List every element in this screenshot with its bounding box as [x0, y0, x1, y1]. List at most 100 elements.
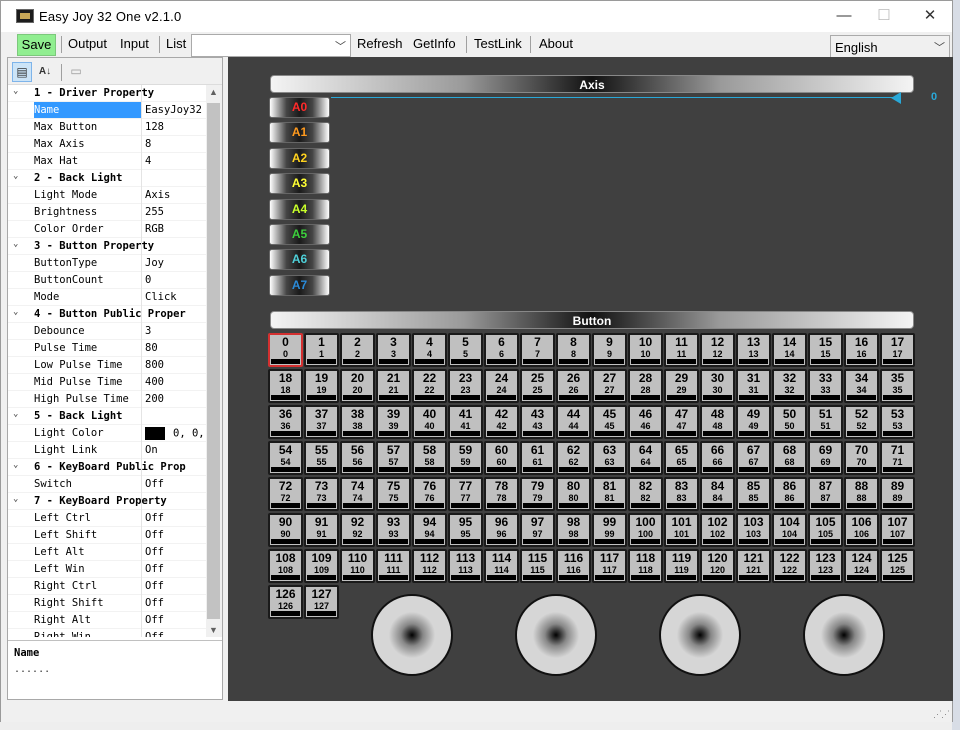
axis-button-a1[interactable]: A1: [269, 122, 330, 144]
scroll-up-icon[interactable]: ▲: [209, 87, 218, 97]
property-row[interactable]: Light Link On: [8, 442, 206, 459]
resize-grip-icon[interactable]: ⋰⋰: [933, 709, 950, 720]
joy-button-120[interactable]: 120 120: [700, 549, 735, 583]
joy-button-121[interactable]: 121 121: [736, 549, 771, 583]
property-row[interactable]: Light Color 0, 0,: [8, 425, 206, 442]
input-button[interactable]: Input: [120, 36, 149, 51]
joy-button-31[interactable]: 31 31: [736, 369, 771, 403]
joy-button-20[interactable]: 20 20: [340, 369, 375, 403]
property-row[interactable]: Left Alt Off: [8, 544, 206, 561]
joy-button-68[interactable]: 68 68: [772, 441, 807, 475]
scrollbar-thumb[interactable]: [207, 103, 220, 619]
joy-button-118[interactable]: 118 118: [628, 549, 663, 583]
property-pages-icon[interactable]: ▭: [66, 62, 86, 82]
joy-button-34[interactable]: 34 34: [844, 369, 879, 403]
property-value[interactable]: Off: [144, 512, 206, 524]
joy-button-101[interactable]: 101 101: [664, 513, 699, 547]
axis-button-a5[interactable]: A5: [269, 224, 330, 245]
property-value[interactable]: 128: [144, 121, 206, 133]
property-row[interactable]: Mode Click: [8, 289, 206, 306]
property-value[interactable]: EasyJoy32: [144, 104, 206, 116]
property-row[interactable]: Right Win Off: [8, 629, 206, 637]
joy-button-71[interactable]: 71 71: [880, 441, 915, 475]
joy-button-66[interactable]: 66 66: [700, 441, 735, 475]
joy-button-63[interactable]: 63 63: [592, 441, 627, 475]
joy-button-12[interactable]: 12 12: [700, 333, 735, 367]
property-value[interactable]: Axis: [144, 189, 206, 201]
joy-button-21[interactable]: 21 21: [376, 369, 411, 403]
axis-button-a0[interactable]: A0: [269, 97, 330, 118]
property-value[interactable]: 800: [144, 359, 206, 371]
joy-button-108[interactable]: 108 108: [268, 549, 303, 583]
joy-button-97[interactable]: 97 97: [520, 513, 555, 547]
joy-button-62[interactable]: 62 62: [556, 441, 591, 475]
joy-button-122[interactable]: 122 122: [772, 549, 807, 583]
joy-button-56[interactable]: 56 56: [340, 441, 375, 475]
joy-button-102[interactable]: 102 102: [700, 513, 735, 547]
joy-button-83[interactable]: 83 83: [664, 477, 699, 511]
property-value[interactable]: Off: [144, 478, 206, 490]
property-row[interactable]: ButtonType Joy: [8, 255, 206, 272]
property-row[interactable]: Color Order RGB: [8, 221, 206, 238]
property-row[interactable]: ButtonCount 0: [8, 272, 206, 289]
property-row[interactable]: Light Mode Axis: [8, 187, 206, 204]
joy-button-40[interactable]: 40 40: [412, 405, 447, 439]
joy-button-93[interactable]: 93 93: [376, 513, 411, 547]
joy-button-48[interactable]: 48 48: [700, 405, 735, 439]
joy-button-6[interactable]: 66: [484, 333, 519, 367]
property-value[interactable]: 255: [144, 206, 206, 218]
joy-button-53[interactable]: 53 53: [880, 405, 915, 439]
joy-button-70[interactable]: 70 70: [844, 441, 879, 475]
joy-button-117[interactable]: 117 117: [592, 549, 627, 583]
joy-button-74[interactable]: 74 74: [340, 477, 375, 511]
output-button[interactable]: Output: [68, 36, 107, 51]
joy-button-58[interactable]: 58 58: [412, 441, 447, 475]
joy-button-14[interactable]: 14 14: [772, 333, 807, 367]
joy-button-16[interactable]: 16 16: [844, 333, 879, 367]
property-row[interactable]: High Pulse Time 200: [8, 391, 206, 408]
collapse-icon[interactable]: ⌄: [13, 494, 18, 504]
about-button[interactable]: About: [539, 36, 573, 51]
joy-button-109[interactable]: 109 109: [304, 549, 339, 583]
joy-button-50[interactable]: 50 50: [772, 405, 807, 439]
joy-button-3[interactable]: 33: [376, 333, 411, 367]
category-row[interactable]: ⌄ 3 - Button Property: [8, 238, 206, 255]
joy-button-8[interactable]: 88: [556, 333, 591, 367]
property-value[interactable]: 0: [144, 274, 206, 286]
axis-button-a2[interactable]: A2: [269, 147, 330, 169]
property-row[interactable]: Low Pulse Time 800: [8, 357, 206, 374]
property-value[interactable]: Off: [144, 563, 206, 575]
joy-button-28[interactable]: 28 28: [628, 369, 663, 403]
category-row[interactable]: ⌄ 4 - Button Public Proper: [8, 306, 206, 323]
property-row[interactable]: Brightness 255: [8, 204, 206, 221]
joy-button-25[interactable]: 25 25: [520, 369, 555, 403]
property-value[interactable]: On: [144, 444, 206, 456]
joy-button-54[interactable]: 54 54: [268, 441, 303, 475]
collapse-icon[interactable]: ⌄: [13, 86, 18, 96]
joy-button-29[interactable]: 29 29: [664, 369, 699, 403]
joy-button-36[interactable]: 36 36: [268, 405, 303, 439]
joy-button-125[interactable]: 125 125: [880, 549, 915, 583]
property-row[interactable]: Max Axis 8: [8, 136, 206, 153]
joy-button-4[interactable]: 44: [412, 333, 447, 367]
joy-button-96[interactable]: 96 96: [484, 513, 519, 547]
joy-button-84[interactable]: 84 84: [700, 477, 735, 511]
property-row[interactable]: Left Win Off: [8, 561, 206, 578]
category-row[interactable]: ⌄ 2 - Back Light: [8, 170, 206, 187]
joy-button-111[interactable]: 111 111: [376, 549, 411, 583]
property-row[interactable]: Debounce 3: [8, 323, 206, 340]
joy-button-0[interactable]: 00: [268, 333, 303, 367]
joy-button-115[interactable]: 115 115: [520, 549, 555, 583]
joy-button-82[interactable]: 82 82: [628, 477, 663, 511]
property-value[interactable]: Joy: [144, 257, 206, 269]
joy-button-88[interactable]: 88 88: [844, 477, 879, 511]
category-row[interactable]: ⌄ 7 - KeyBoard Property: [8, 493, 206, 510]
joy-button-86[interactable]: 86 86: [772, 477, 807, 511]
joy-button-77[interactable]: 77 77: [448, 477, 483, 511]
joy-button-55[interactable]: 55 55: [304, 441, 339, 475]
language-dropdown[interactable]: English ﹀: [830, 35, 950, 58]
property-value[interactable]: 80: [144, 342, 206, 354]
joy-button-49[interactable]: 49 49: [736, 405, 771, 439]
property-value[interactable]: 400: [144, 376, 206, 388]
joy-button-37[interactable]: 37 37: [304, 405, 339, 439]
